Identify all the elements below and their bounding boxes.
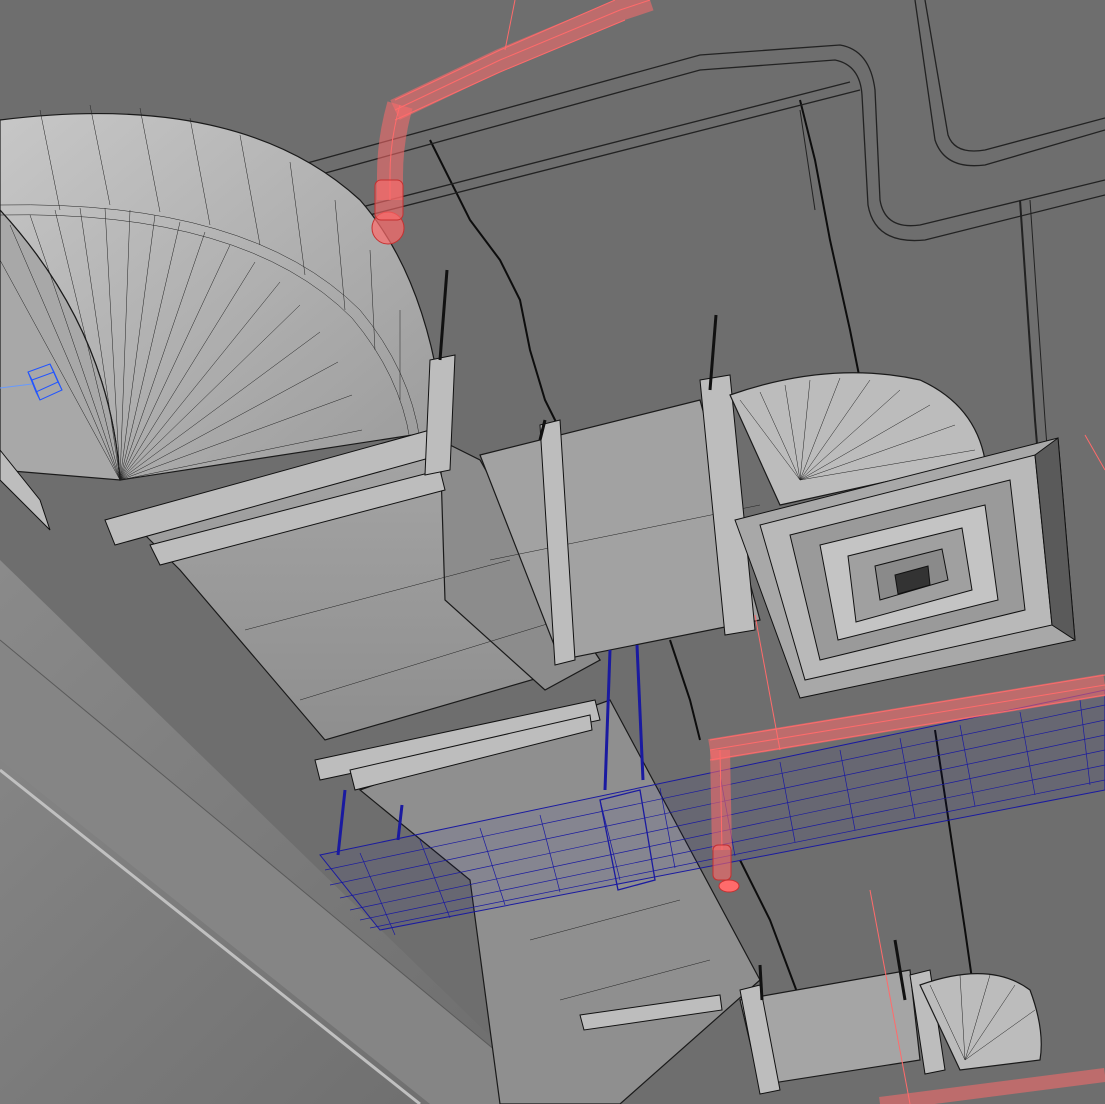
viewport-3d[interactable] <box>0 0 1105 1104</box>
wireframe-scene <box>0 0 1105 1104</box>
